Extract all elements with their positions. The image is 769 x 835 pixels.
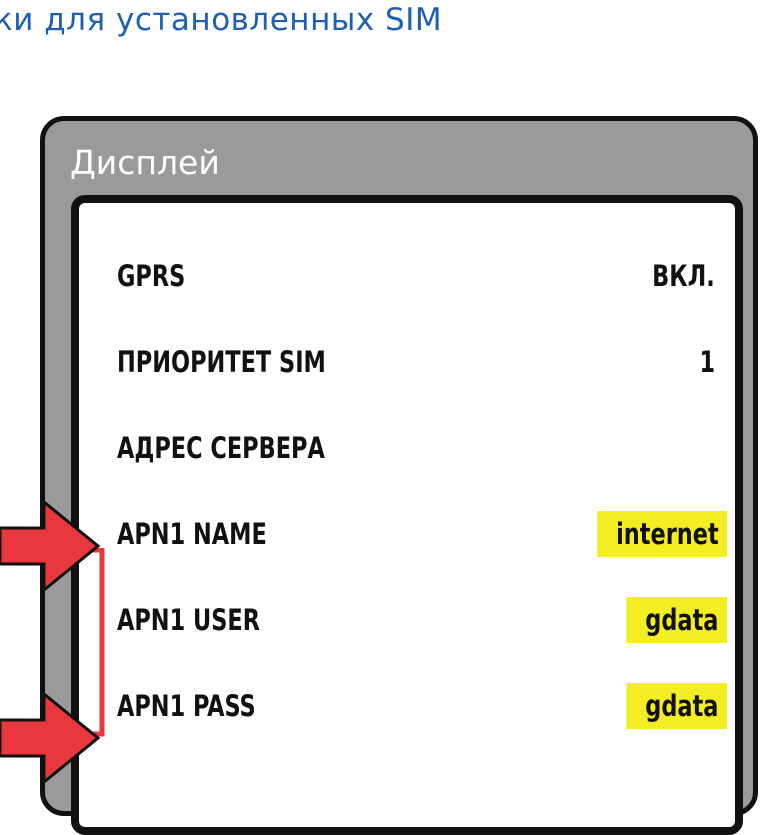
row-value-highlighted: gdata	[626, 597, 727, 643]
row-label: APN1 PASS	[117, 689, 256, 723]
row-label: APN1 NAME	[117, 517, 267, 551]
menu-row-gprs[interactable]: GPRS ВКЛ.	[117, 251, 727, 301]
menu-row-sim-priority[interactable]: ПРИОРИТЕТ SIM 1	[117, 337, 727, 387]
row-label: GPRS	[117, 259, 186, 293]
row-label: APN1 USER	[117, 603, 261, 637]
page-heading: ки для установленных SIM	[0, 2, 443, 38]
device-frame: Дисплей GPRS ВКЛ. ПРИОРИТЕТ SIM 1 АДРЕС …	[40, 116, 758, 835]
row-value: ВКЛ.	[652, 259, 715, 293]
menu-row-apn1-name[interactable]: APN1 NAME internet	[117, 509, 727, 559]
pointer-arrow-icon	[0, 692, 101, 784]
pointer-arrow-icon	[0, 500, 101, 592]
menu-row-apn1-user[interactable]: APN1 USER gdata	[117, 595, 727, 645]
display-title: Дисплей	[70, 143, 220, 182]
menu-row-server-address[interactable]: АДРЕС СЕРВЕРА	[117, 423, 727, 473]
row-label: АДРЕС СЕРВЕРА	[117, 431, 325, 465]
row-value-highlighted: internet	[596, 511, 727, 557]
row-label: ПРИОРИТЕТ SIM	[117, 345, 326, 379]
row-value: 1	[699, 345, 715, 379]
row-value-highlighted: gdata	[626, 683, 727, 729]
display-screen: GPRS ВКЛ. ПРИОРИТЕТ SIM 1 АДРЕС СЕРВЕРА …	[71, 195, 743, 835]
menu-row-apn1-pass[interactable]: APN1 PASS gdata	[117, 681, 727, 731]
